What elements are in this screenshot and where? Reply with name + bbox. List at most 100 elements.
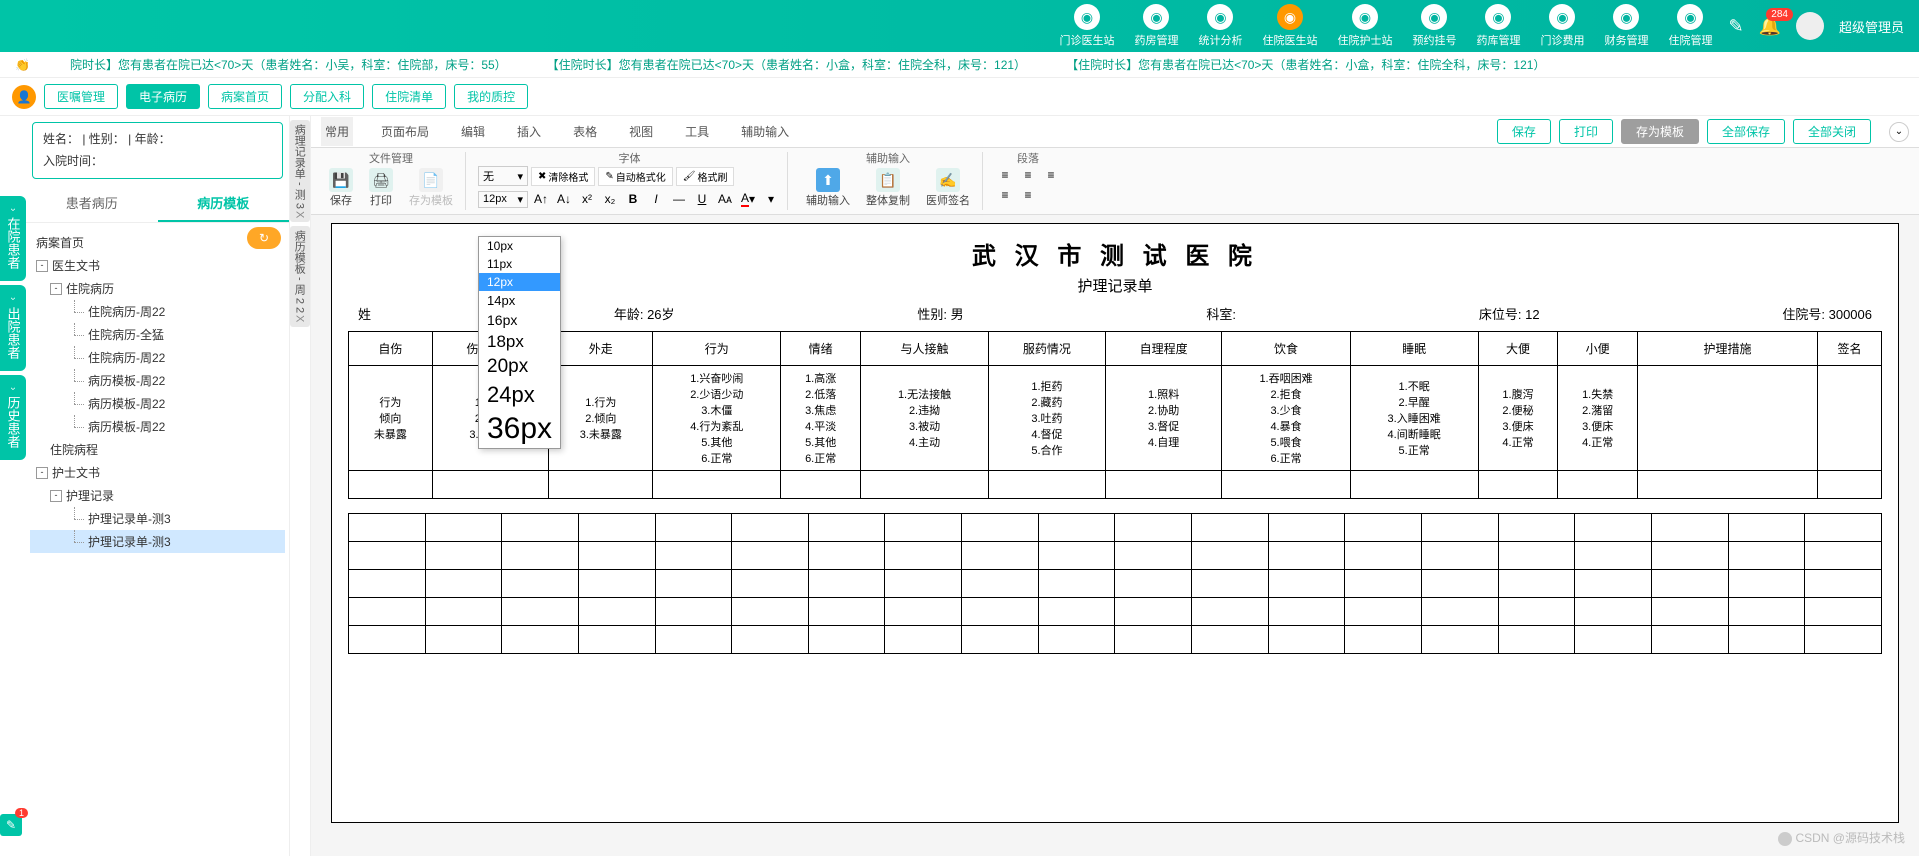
table-cell[interactable]: 1.无法接触2.违拗3.被动4.主动 (860, 366, 988, 471)
subscript-icon[interactable]: x₂ (600, 190, 620, 208)
patient-icon[interactable]: 👤 (12, 85, 36, 109)
tree-node[interactable]: -医生文书 (30, 254, 285, 277)
tree-node[interactable]: -护理记录 (30, 484, 285, 507)
table-cell[interactable]: 行为倾向未暴露 (349, 366, 433, 471)
ribbon-print[interactable]: 🖨打印 (363, 166, 399, 210)
nav-item[interactable]: ◉药库管理 (1470, 2, 1526, 50)
align-justify-icon[interactable]: ≡ (995, 186, 1015, 204)
table-cell[interactable]: 1.吞咽困难2.拒食3.少食4.暴食5.喂食6.正常 (1222, 366, 1350, 471)
bold-icon[interactable]: B (623, 190, 643, 208)
ribbon-save[interactable]: 💾保存 (323, 166, 359, 210)
underline-icon[interactable]: U (692, 190, 712, 208)
font-size-option[interactable]: 24px (479, 380, 560, 410)
font-color-icon[interactable]: A▾ (738, 190, 758, 208)
assist-input-button[interactable]: ⬆辅助输入 (800, 166, 856, 210)
font-size-option[interactable]: 36px (479, 410, 560, 448)
copy-whole-button[interactable]: 📋整体复制 (860, 166, 916, 210)
nav-item[interactable]: ◉财务管理 (1598, 2, 1654, 50)
editor-menu-item[interactable]: 辅助输入 (737, 117, 793, 146)
table-cell[interactable] (1637, 366, 1817, 471)
nav-item[interactable]: ◉门诊费用 (1534, 2, 1590, 50)
highlight-icon[interactable]: ▾ (761, 190, 781, 208)
side-tab-patient-record[interactable]: 患者病历 (26, 185, 158, 222)
tree-node[interactable]: 护理记录单-测3 (30, 507, 285, 530)
nav-item[interactable]: ◉药房管理 (1128, 2, 1184, 50)
save-template-button[interactable]: 存为模板 (1621, 119, 1699, 144)
editor-menu-item[interactable]: 常用 (321, 117, 353, 146)
tree-node[interactable]: 病历模板-周22 (30, 392, 285, 415)
nav-item[interactable]: ◉住院护士站 (1331, 2, 1398, 50)
font-name-select[interactable]: 无▾ (478, 166, 528, 186)
side-tab-template[interactable]: 病历模板 (158, 185, 290, 222)
left-tab-inpatient[interactable]: ›在院患者 (0, 196, 26, 281)
clear-format-button[interactable]: ✖ 清除格式 (531, 167, 595, 186)
collapse-ribbon-icon[interactable]: ⌄ (1889, 122, 1909, 142)
align-center-icon[interactable]: ≡ (1018, 166, 1038, 184)
table-cell[interactable] (1817, 366, 1881, 471)
font-size-option[interactable]: 18px (479, 330, 560, 354)
toolbar-button[interactable]: 我的质控 (454, 84, 528, 109)
font-size-option[interactable]: 16px (479, 310, 560, 330)
font-style-icon[interactable]: Aᴀ (715, 190, 735, 208)
editor-menu-item[interactable]: 工具 (681, 117, 713, 146)
print-button[interactable]: 打印 (1559, 119, 1613, 144)
format-painter-button[interactable]: 🖌 格式刷 (676, 167, 735, 186)
nav-item[interactable]: ◉预约挂号 (1406, 2, 1462, 50)
editor-menu-item[interactable]: 表格 (569, 117, 601, 146)
notification-icon[interactable]: 🔔284 (1759, 16, 1781, 37)
editor-menu-item[interactable]: 编辑 (457, 117, 489, 146)
table-cell[interactable]: 1.行为2.倾向3.未暴露 (549, 366, 653, 471)
editor-menu-item[interactable]: 页面布局 (377, 117, 433, 146)
toolbar-button[interactable]: 分配入科 (290, 84, 364, 109)
align-dist-icon[interactable]: ≡ (1018, 186, 1038, 204)
document-tab[interactable]: 病历模板 - 周 2 2X (290, 226, 310, 326)
tree-node[interactable]: 住院病历-全猛 (30, 323, 285, 346)
edit-icon[interactable]: ✎ (1728, 16, 1743, 37)
table-cell[interactable]: 1.腹泻2.便秘3.便床4.正常 (1478, 366, 1558, 471)
tree-toggle-icon[interactable]: - (50, 490, 62, 502)
tree-node[interactable]: -护士文书 (30, 461, 285, 484)
editor-menu-item[interactable]: 插入 (513, 117, 545, 146)
font-size-option[interactable]: 14px (479, 291, 560, 310)
tree-toggle-icon[interactable]: - (50, 283, 62, 295)
tree-node[interactable]: 住院病历-周22 (30, 300, 285, 323)
left-tab-history[interactable]: ›历史患者 (0, 375, 26, 460)
close-tab-icon[interactable]: X (293, 211, 305, 218)
align-left-icon[interactable]: ≡ (995, 166, 1015, 184)
save-button[interactable]: 保存 (1497, 119, 1551, 144)
auto-format-button[interactable]: ✎ 自动格式化 (598, 167, 672, 186)
toolbar-button[interactable]: 病案首页 (208, 84, 282, 109)
toolbar-button[interactable]: 电子病历 (126, 84, 200, 109)
tree-toggle-icon[interactable]: - (36, 467, 48, 479)
left-bottom-icon[interactable]: ✎1 (0, 814, 22, 836)
tree-node[interactable]: 病历模板-周22 (30, 369, 285, 392)
italic-icon[interactable]: I (646, 190, 666, 208)
toolbar-button[interactable]: 住院清单 (372, 84, 446, 109)
save-all-button[interactable]: 全部保存 (1707, 119, 1785, 144)
tree-node[interactable]: -住院病历 (30, 277, 285, 300)
nav-item[interactable]: ◉门诊医生站 (1053, 2, 1120, 50)
editor-menu-item[interactable]: 视图 (625, 117, 657, 146)
table-cell[interactable]: 1.拒药2.藏药3.吐药4.督促5.合作 (989, 366, 1106, 471)
font-larger-icon[interactable]: A↑ (531, 190, 551, 208)
nav-item[interactable]: ◉住院管理 (1662, 2, 1718, 50)
close-all-button[interactable]: 全部关闭 (1793, 119, 1871, 144)
nav-item[interactable]: ◉统计分析 (1192, 2, 1248, 50)
tree-node[interactable]: 护理记录单-测3 (30, 530, 285, 553)
table-cell[interactable]: 1.兴奋吵闹2.少语少动3.木僵4.行为紊乱5.其他6.正常 (653, 366, 781, 471)
document-tab[interactable]: 病理记录单 - 测 3X (290, 120, 310, 222)
font-size-option[interactable]: 12px (479, 273, 560, 291)
font-smaller-icon[interactable]: A↓ (554, 190, 574, 208)
nav-item[interactable]: ◉住院医生站 (1256, 2, 1323, 50)
tree-node[interactable]: 病历模板-周22 (30, 415, 285, 438)
font-size-option[interactable]: 11px (479, 255, 560, 273)
avatar[interactable] (1796, 12, 1824, 40)
font-size-select[interactable]: 12px▾ (478, 191, 528, 208)
doctor-sign-button[interactable]: ✍医师签名 (920, 166, 976, 210)
table-cell[interactable]: 1.失禁2.潴留3.便床4.正常 (1558, 366, 1638, 471)
tree-toggle-icon[interactable]: - (36, 260, 48, 272)
tree-node[interactable]: 住院病历-周22 (30, 346, 285, 369)
toolbar-button[interactable]: 医嘱管理 (44, 84, 118, 109)
tree-node[interactable]: 住院病程 (30, 438, 285, 461)
font-size-option[interactable]: 10px (479, 237, 560, 255)
